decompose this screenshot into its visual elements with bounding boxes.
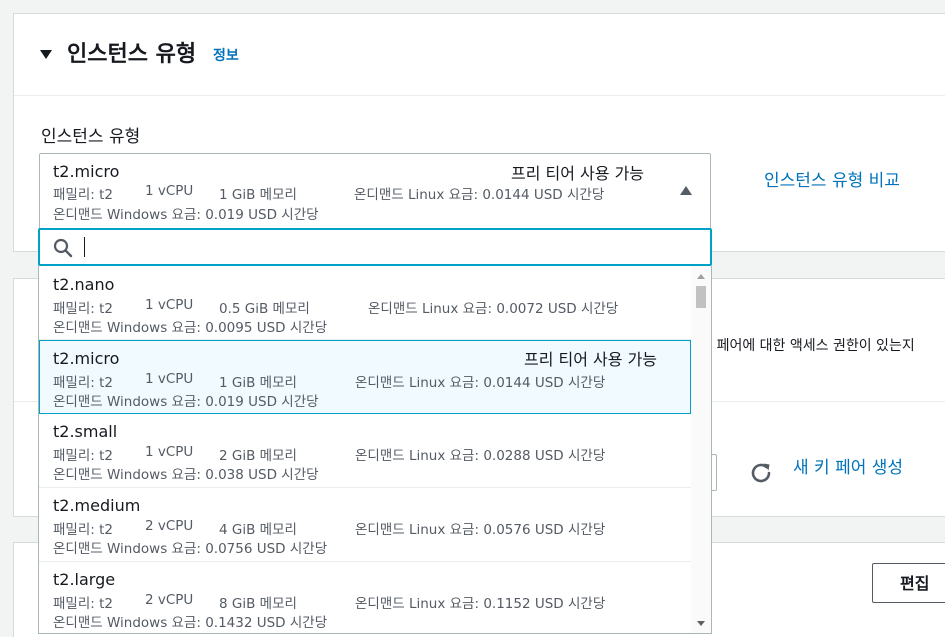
option-memory: 8 GiB 메모리 [219,596,297,612]
option-family: 패밀리: t2 [53,301,113,317]
free-tier-badge: 프리 티어 사용 가능 [524,350,658,369]
option-memory: 0.5 GiB 메모리 [219,301,310,317]
option-family: 패밀리: t2 [53,375,113,391]
selected-windows-price: 온디맨드 Windows 요금: 0.019 USD 시간당 [53,207,319,223]
compare-instance-types-link[interactable]: 인스턴스 유형 비교 [764,166,900,191]
edit-button[interactable]: 편집 [872,563,945,603]
selected-instance-name: t2.micro [53,162,120,181]
option-family: 패밀리: t2 [53,596,113,612]
option-linux-price: 온디맨드 Linux 요금: 0.0072 USD 시간당 [368,301,619,317]
refresh-icon[interactable] [748,460,774,486]
option-memory: 2 GiB 메모리 [219,448,297,464]
option-name: t2.small [53,422,118,441]
option-name: t2.nano [53,275,115,294]
option-linux-price: 온디맨드 Linux 요금: 0.0144 USD 시간당 [355,375,606,391]
option-family: 패밀리: t2 [53,448,113,464]
selected-vcpu: 1 vCPU [145,183,194,199]
option-t2-medium[interactable]: t2.medium 패밀리: t2 2 vCPU 4 GiB 메모리 온디맨드 … [39,488,691,562]
info-link[interactable]: 정보 [213,45,239,65]
collapse-caret-icon[interactable] [680,186,692,195]
text-cursor [84,237,85,257]
search-icon [53,238,73,258]
option-vcpu: 1 vCPU [145,444,194,460]
section-title: 인스턴스 유형 [67,42,197,67]
option-t2-micro[interactable]: t2.micro 프리 티어 사용 가능 패밀리: t2 1 vCPU 1 Gi… [39,340,691,414]
instance-type-search[interactable] [38,228,712,266]
option-windows-price: 온디맨드 Windows 요금: 0.038 USD 시간당 [53,467,319,483]
option-vcpu: 1 vCPU [145,297,194,313]
option-t2-nano[interactable]: t2.nano 패밀리: t2 1 vCPU 0.5 GiB 메모리 온디맨드 … [39,266,691,340]
option-linux-price: 온디맨드 Linux 요금: 0.0288 USD 시간당 [355,448,606,464]
option-vcpu: 1 vCPU [145,371,194,387]
selected-memory: 1 GiB 메모리 [219,187,297,203]
instance-type-select[interactable]: t2.micro 프리 티어 사용 가능 패밀리: t2 1 vCPU 1 Gi… [39,153,711,231]
scroll-thumb[interactable] [696,286,706,308]
option-windows-price: 온디맨드 Windows 요금: 0.0756 USD 시간당 [53,541,328,557]
option-memory: 4 GiB 메모리 [219,522,297,538]
free-tier-badge: 프리 티어 사용 가능 [511,164,645,183]
option-vcpu: 2 vCPU [145,592,194,608]
options-scrollbar[interactable] [691,266,711,633]
option-name: t2.large [53,570,116,589]
selected-linux-price: 온디맨드 Linux 요금: 0.0144 USD 시간당 [354,187,605,203]
selected-family: 패밀리: t2 [53,187,113,203]
expand-caret-icon[interactable] [40,50,52,59]
option-family: 패밀리: t2 [53,522,113,538]
key-pair-description: I 페어에 대한 액세스 권한이 있는지 [708,338,915,354]
option-windows-price: 온디맨드 Windows 요금: 0.0095 USD 시간당 [53,320,328,336]
option-windows-price: 온디맨드 Windows 요금: 0.019 USD 시간당 [53,394,319,410]
option-linux-price: 온디맨드 Linux 요금: 0.0576 USD 시간당 [355,522,606,538]
option-windows-price: 온디맨드 Windows 요금: 0.1432 USD 시간당 [53,615,328,631]
option-name: t2.medium [53,496,141,515]
create-key-pair-link[interactable]: 새 키 페어 생성 [793,453,903,478]
scroll-up-arrow-icon[interactable] [697,274,705,279]
option-t2-large[interactable]: t2.large 패밀리: t2 2 vCPU 8 GiB 메모리 온디맨드 L… [39,562,691,633]
instance-type-panel-header[interactable]: 인스턴스 유형 정보 [14,14,945,96]
instance-type-options-list: t2.nano 패밀리: t2 1 vCPU 0.5 GiB 메모리 온디맨드 … [38,266,712,634]
option-vcpu: 2 vCPU [145,518,194,534]
scroll-down-arrow-icon[interactable] [697,621,705,626]
instance-type-label: 인스턴스 유형 [41,127,141,147]
option-memory: 1 GiB 메모리 [219,375,297,391]
option-name: t2.micro [53,349,120,368]
option-linux-price: 온디맨드 Linux 요금: 0.1152 USD 시간당 [355,596,606,612]
option-t2-small[interactable]: t2.small 패밀리: t2 1 vCPU 2 GiB 메모리 온디맨드 L… [39,414,691,488]
